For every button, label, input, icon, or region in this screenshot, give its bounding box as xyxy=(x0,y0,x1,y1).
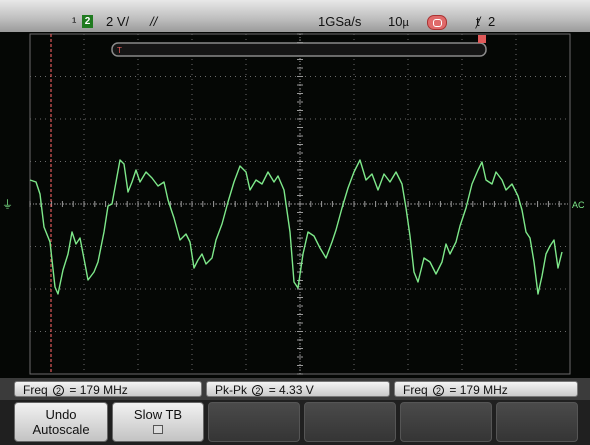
measurement-freq-2[interactable]: Freq 2 = 179 MHz xyxy=(394,381,578,397)
autoscale-label: Autoscale xyxy=(32,422,90,437)
undo-autoscale-button[interactable]: Undo Autoscale xyxy=(14,402,108,442)
slow-tb-label: Slow TB xyxy=(133,407,183,422)
memory-overview-bar xyxy=(111,42,487,57)
channel-one-mark: ¹ xyxy=(72,14,77,29)
undo-label: Undo xyxy=(45,407,77,422)
trigger-edge-icon: ⱦ xyxy=(476,14,480,29)
volts-per-div[interactable]: 2 V/ xyxy=(106,14,129,30)
trigger-status-icon xyxy=(427,15,447,30)
measurement-pkpk[interactable]: Pk-Pk 2 = 4.33 V xyxy=(206,381,390,397)
bandwidth-limit-icon: // xyxy=(150,14,158,29)
checkbox-icon xyxy=(153,425,163,434)
softkey-4[interactable] xyxy=(304,402,396,442)
softkey-5[interactable] xyxy=(400,402,492,442)
graticule: T ⏚ AC xyxy=(2,33,585,375)
trigger-position-marker xyxy=(478,35,486,43)
measurement-freq-1[interactable]: Freq 2 = 179 MHz xyxy=(14,381,202,397)
softkey-3[interactable] xyxy=(208,402,300,442)
trigger-channel: 2 xyxy=(488,14,496,29)
ground-marker: ⏚ xyxy=(2,198,13,211)
coupling-label: AC xyxy=(572,200,585,210)
status-bar: ¹ 2 2 V/ // 1GSa/s 10µ ⱦ 2 xyxy=(0,0,590,33)
slow-tb-button[interactable]: Slow TB xyxy=(112,402,204,442)
timebase[interactable]: 10µ xyxy=(388,14,409,31)
sample-rate: 1GSa/s xyxy=(318,14,362,29)
measurement-bar: Freq 2 = 179 MHz Pk-Pk 2 = 4.33 V Freq 2… xyxy=(0,378,590,400)
overview-trigger-marker: T xyxy=(117,46,122,55)
waveform-display[interactable]: T ⏚ AC xyxy=(0,32,590,378)
softkey-bar: Undo Autoscale Slow TB xyxy=(0,400,590,445)
channel-badge: 2 xyxy=(82,15,93,28)
waveform-trace xyxy=(29,159,563,295)
softkey-6[interactable] xyxy=(496,402,578,442)
